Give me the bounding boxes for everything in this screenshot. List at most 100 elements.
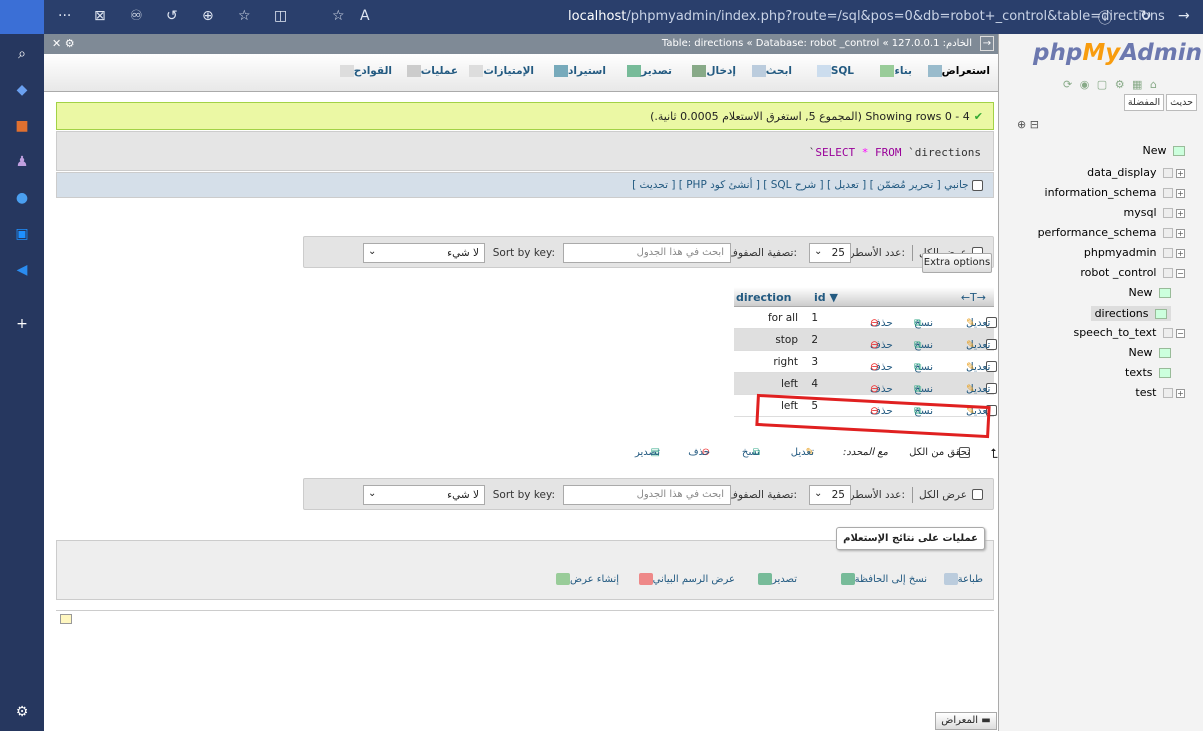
sort-label: Sort by key: bbox=[492, 489, 555, 501]
sort-select[interactable]: لا شيء ⌄ bbox=[363, 485, 485, 505]
tree-item-data-display[interactable]: data_display + bbox=[1087, 166, 1185, 179]
info-icon[interactable]: ⓘ bbox=[1098, 8, 1112, 28]
tree-item-mysql[interactable]: mysql + bbox=[1124, 206, 1185, 219]
extensions-icon[interactable]: ♾ bbox=[130, 8, 143, 24]
tab-insert[interactable]: إدخال bbox=[688, 65, 736, 77]
collapse-icon[interactable]: − bbox=[1176, 328, 1185, 338]
sql-links-text[interactable]: جانبي [ تحرير مُضمّن ] [ تعديل ] [ شرح S… bbox=[632, 179, 969, 191]
tree-item-information-schema[interactable]: information_schema + bbox=[1045, 186, 1185, 199]
copy-clipboard-link[interactable]: نسخ إلى الحافظة bbox=[838, 573, 927, 585]
cell-direction[interactable]: stop bbox=[775, 334, 798, 346]
split-icon[interactable]: ◫ bbox=[274, 8, 287, 24]
tree-item-texts[interactable]: texts bbox=[1125, 366, 1171, 379]
more-icon[interactable]: ··· bbox=[58, 8, 71, 24]
bulk-copy-label: نسخ bbox=[741, 447, 760, 458]
expand-icon[interactable]: + bbox=[1176, 248, 1185, 258]
tree-item-phpmyadmin[interactable]: phpmyadmin + bbox=[1084, 246, 1185, 259]
create-view-link[interactable]: إنشاء عرض bbox=[553, 573, 619, 585]
filter-input[interactable]: ابحث في هذا الجدول bbox=[563, 243, 731, 263]
breadcrumb[interactable]: Table: directions « Database: robot _con… bbox=[662, 38, 972, 49]
tab-structure[interactable]: بناء bbox=[876, 65, 912, 77]
sql-links[interactable]: جانبي [ تحرير مُضمّن ] [ تعديل ] [ شرح S… bbox=[56, 172, 994, 198]
extra-options-button[interactable]: Extra options bbox=[922, 253, 992, 273]
expand-icon[interactable]: + bbox=[1176, 188, 1185, 198]
expand-icon[interactable]: + bbox=[1176, 228, 1185, 238]
inline-checkbox[interactable] bbox=[972, 179, 983, 191]
tab-recent[interactable]: حديث bbox=[1166, 94, 1197, 111]
tree-item-new[interactable]: New bbox=[1129, 346, 1171, 359]
cell-direction[interactable]: left bbox=[781, 378, 798, 390]
rows-select[interactable]: 25 ⌄ bbox=[809, 485, 851, 505]
show-all-checkbox[interactable] bbox=[972, 489, 983, 500]
filter-input[interactable]: ابحث في هذا الجدول bbox=[563, 485, 731, 505]
header-id[interactable]: id ▼ bbox=[814, 291, 838, 304]
tab-export[interactable]: تصدير bbox=[623, 65, 672, 77]
header-direction[interactable]: direction bbox=[736, 291, 791, 304]
tab-triggers[interactable]: القوادح bbox=[336, 65, 392, 77]
tag-icon[interactable]: ◆ bbox=[12, 80, 32, 100]
games-icon[interactable]: ♟ bbox=[12, 152, 32, 172]
table-row[interactable]: تعديل ✎ نسخ ⧉ حذف ⊖ 4 left bbox=[734, 373, 997, 395]
history-icon[interactable]: ↺ bbox=[166, 8, 178, 24]
table-row[interactable]: تعديل ✎ نسخ ⧉ حذف ⊖ 3 right bbox=[734, 351, 997, 373]
expand-icon[interactable]: + bbox=[1176, 388, 1185, 398]
screenshot-icon[interactable]: ⊠ bbox=[94, 8, 106, 24]
favorites-icon[interactable]: ☆ bbox=[238, 8, 251, 24]
tree-item-test[interactable]: test + bbox=[1135, 386, 1185, 399]
tab-browse[interactable]: استعراض bbox=[924, 65, 990, 77]
tree-item-speech-to-text[interactable]: speech_to_text − bbox=[1073, 326, 1185, 339]
tab-operations[interactable]: عمليات bbox=[403, 65, 458, 77]
pencil-icon: ✎ bbox=[966, 317, 975, 329]
briefcase-icon[interactable]: ■ bbox=[12, 116, 32, 136]
cell-direction[interactable]: right bbox=[773, 356, 798, 368]
address-bar[interactable]: localhost/phpmyadmin/index.php?route=/sq… bbox=[568, 9, 1165, 24]
rows-select[interactable]: 25 ⌄ bbox=[809, 243, 851, 263]
print-link[interactable]: طباعة bbox=[941, 573, 983, 585]
phpmyadmin-logo[interactable]: phpMyAdmin bbox=[1033, 40, 1202, 66]
bookmark-icon[interactable] bbox=[60, 614, 72, 624]
settings-icon[interactable]: ⚙ bbox=[12, 702, 32, 722]
star-icon[interactable]: ☆ bbox=[332, 8, 345, 24]
expand-icon[interactable]: + bbox=[1176, 168, 1185, 178]
tree-item-performance-schema[interactable]: performance_schema + bbox=[1038, 226, 1185, 239]
quick-icons[interactable]: ⟳ ◉ ▢ ⚙ ▦ ⌂ bbox=[1063, 78, 1159, 91]
collapse-all-icon[interactable]: ⊕ ⊟ bbox=[1017, 118, 1039, 131]
read-aloud-icon[interactable]: A bbox=[360, 8, 370, 24]
export-link[interactable]: تصدير bbox=[755, 573, 797, 585]
tab-favorites[interactable]: المفضلة bbox=[1123, 94, 1165, 111]
tree-item-new[interactable]: New bbox=[1143, 144, 1185, 157]
refresh-icon[interactable]: ↻ bbox=[1140, 8, 1152, 24]
forward-icon[interactable]: → bbox=[1178, 8, 1190, 24]
add-icon[interactable]: + bbox=[12, 314, 32, 334]
cell-id[interactable]: 3 bbox=[811, 356, 818, 368]
cell-id[interactable]: 4 bbox=[811, 378, 818, 390]
cell-id[interactable]: 1 bbox=[811, 312, 818, 324]
sql-code[interactable]: `SELECT * FROM `directions bbox=[809, 146, 981, 159]
search-icon[interactable]: ⌕ bbox=[12, 44, 32, 64]
collapse-icon[interactable]: − bbox=[1176, 268, 1185, 278]
tab-search[interactable]: ابحث bbox=[748, 65, 792, 77]
tab-sql[interactable]: SQL bbox=[813, 65, 854, 77]
tree-item-new[interactable]: New bbox=[1129, 286, 1171, 299]
column-arrows[interactable]: ←T→ bbox=[961, 291, 986, 304]
cell-direction[interactable]: for all bbox=[768, 312, 798, 324]
tab-privileges[interactable]: الإمتيازات bbox=[465, 65, 534, 77]
sort-select[interactable]: لا شيء ⌄ bbox=[363, 243, 485, 263]
table-row[interactable]: تعديل ✎ نسخ ⧉ حذف ⊖ 1 for all bbox=[734, 307, 997, 329]
chart-link[interactable]: عرض الرسم البياني bbox=[636, 573, 735, 585]
expand-icon[interactable]: + bbox=[1176, 208, 1185, 218]
tree-item-directions[interactable]: directions bbox=[1090, 306, 1171, 321]
copilot-icon[interactable]: ● bbox=[12, 188, 32, 208]
tab-import[interactable]: استيراد bbox=[550, 65, 606, 77]
tab-label: تصدير bbox=[641, 65, 672, 77]
tree-item-robot-control[interactable]: robot _control − bbox=[1080, 266, 1185, 279]
collapse-nav-icon[interactable]: → bbox=[980, 36, 994, 51]
outlook-icon[interactable]: ▣ bbox=[12, 224, 32, 244]
cell-id[interactable]: 2 bbox=[811, 334, 818, 346]
collections-icon[interactable]: ⊕ bbox=[202, 8, 214, 24]
settings-gear-icon[interactable]: ✕ ⚙ bbox=[52, 37, 75, 50]
send-icon[interactable]: ◀ bbox=[12, 260, 32, 280]
console-button[interactable]: ▬ المعراض bbox=[935, 712, 997, 730]
logo-my: My bbox=[1082, 40, 1121, 66]
table-row[interactable]: تعديل ✎ نسخ ⧉ حذف ⊖ 2 stop bbox=[734, 329, 997, 351]
